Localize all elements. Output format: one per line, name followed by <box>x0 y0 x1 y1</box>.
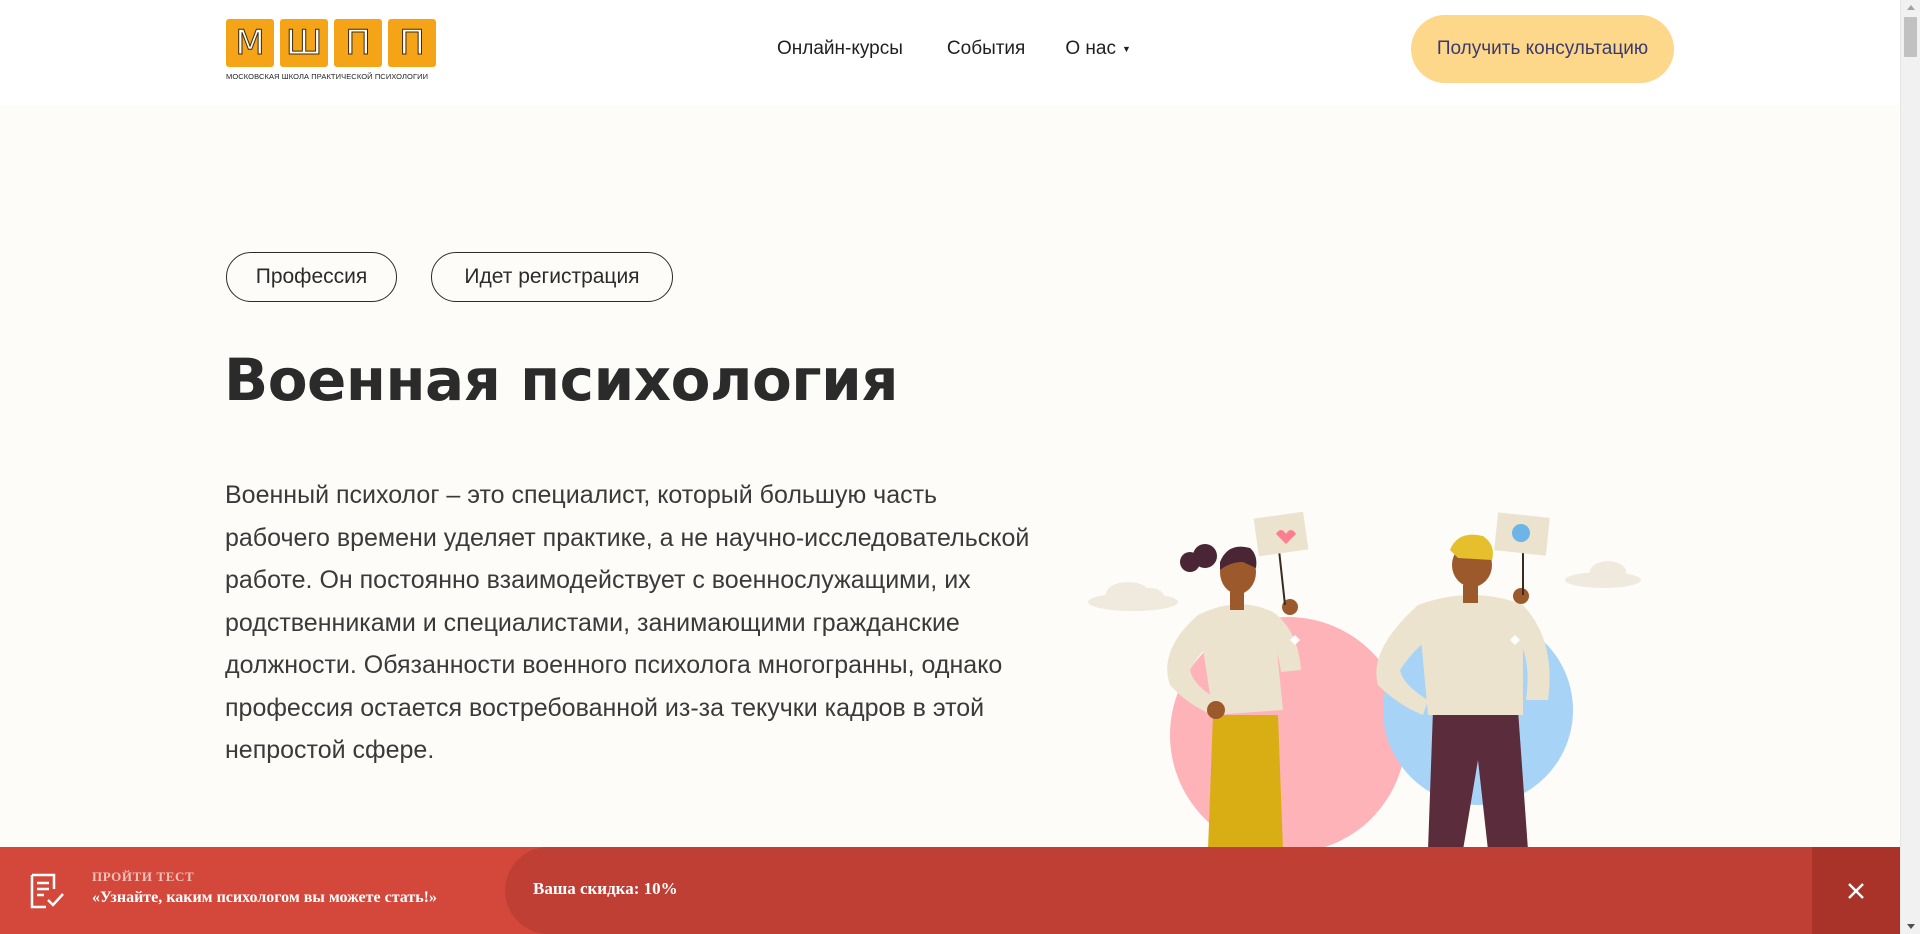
logo-letter: П <box>345 23 372 63</box>
logo-subtitle: МОСКОВСКАЯ ШКОЛА ПРАКТИЧЕСКОЙ ПСИХОЛОГИИ <box>226 72 429 81</box>
logo-tile: П <box>388 19 436 67</box>
banner-kicker: ПРОЙТИ ТЕСТ <box>92 869 195 884</box>
consultation-button[interactable]: Получить консультацию <box>1411 15 1674 83</box>
nav-item-about[interactable]: О нас ▼ <box>1065 38 1131 60</box>
scroll-up-arrow-icon[interactable] <box>1907 5 1915 10</box>
logo-tiles: М Ш П П <box>226 19 436 67</box>
cloud-left <box>1088 582 1178 611</box>
test-promo-banner[interactable]: ПРОЙТИ ТЕСТ «Узнайте, каким психологом в… <box>0 847 1900 934</box>
page-title: Военная психология <box>224 346 898 414</box>
main-nav: Онлайн-курсы События О нас ▼ <box>777 38 1131 60</box>
nav-item-courses[interactable]: Онлайн-курсы <box>777 38 903 60</box>
logo-tile: М <box>226 19 274 67</box>
page-scrollbar[interactable] <box>1900 0 1920 934</box>
tag-profession[interactable]: Профессия <box>226 252 397 302</box>
scroll-down-arrow-icon[interactable] <box>1907 924 1915 929</box>
scrollbar-thumb[interactable] <box>1904 17 1917 57</box>
site-header: М Ш П П МОСКОВСКАЯ ШКОЛА ПРАКТИЧЕСКОЙ ПС… <box>0 0 1900 105</box>
tag-registration[interactable]: Идет регистрация <box>431 252 673 302</box>
caret-down-icon: ▼ <box>1121 43 1131 54</box>
banner-text[interactable]: «Узнайте, каким психологом вы можете ста… <box>92 889 437 907</box>
banner-discount-zone <box>505 847 1812 934</box>
site-logo[interactable]: М Ш П П МОСКОВСКАЯ ШКОЛА ПРАКТИЧЕСКОЙ ПС… <box>226 19 436 83</box>
banner-close-button[interactable] <box>1812 847 1900 934</box>
cloud-right <box>1565 561 1641 588</box>
banner-discount: Ваша скидка: 10% <box>533 879 678 898</box>
hero-description: Военный психолог – это специалист, котор… <box>225 481 1030 764</box>
logo-letter: М <box>235 23 265 63</box>
hero-illustration <box>1088 511 1641 850</box>
nav-item-about-label: О нас <box>1065 38 1116 59</box>
close-icon <box>1848 882 1864 899</box>
nav-item-events[interactable]: События <box>947 38 1025 60</box>
checklist-icon <box>30 873 64 909</box>
logo-letter: П <box>399 23 426 63</box>
logo-letter: Ш <box>285 23 323 63</box>
logo-tile: П <box>334 19 382 67</box>
logo-tile: Ш <box>280 19 328 67</box>
